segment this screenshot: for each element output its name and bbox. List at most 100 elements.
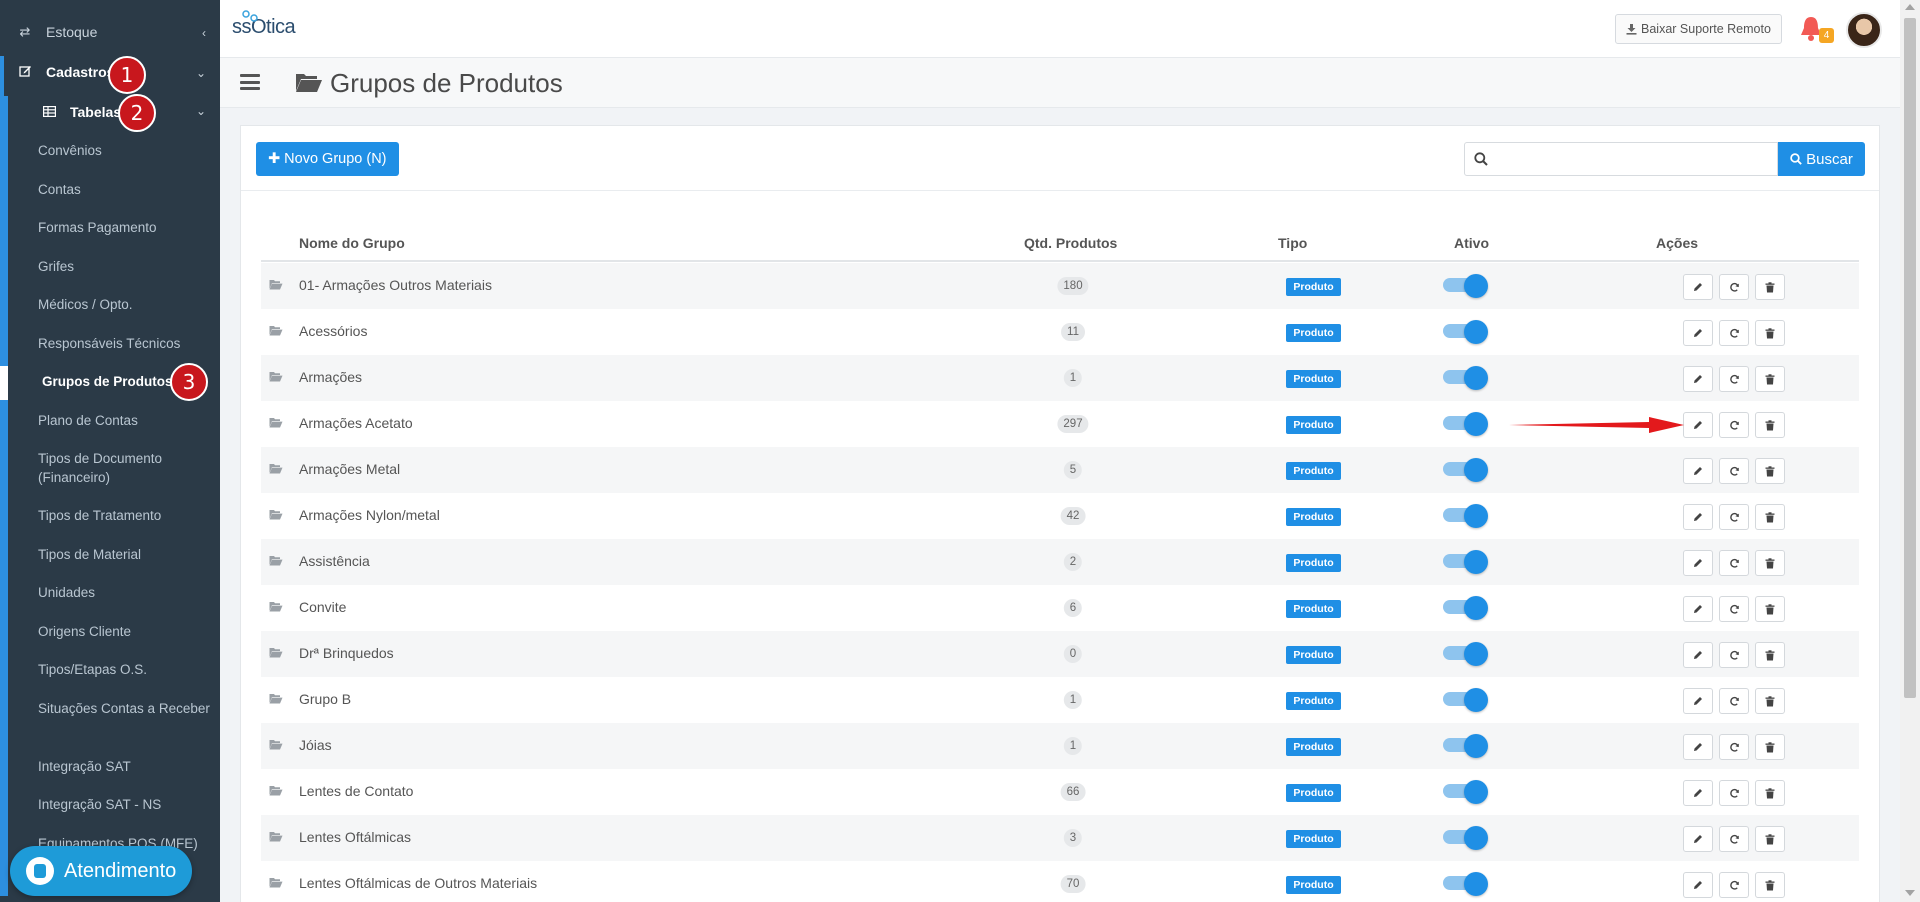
sidebar-item-tipos-de-documento[interactable]: Tipos de Documento (Financeiro) (38, 449, 213, 487)
edit-button[interactable] (1683, 504, 1713, 530)
scroll-down-arrow-icon[interactable] (1905, 890, 1915, 896)
delete-button[interactable] (1755, 366, 1785, 392)
logo[interactable]: ssOtica (232, 10, 296, 46)
sidebar-item-tipos-de-tratamento[interactable]: Tipos de Tratamento (38, 506, 213, 525)
edit-button[interactable] (1683, 780, 1713, 806)
delete-button[interactable] (1755, 734, 1785, 760)
delete-button[interactable] (1755, 320, 1785, 346)
refresh-button[interactable] (1719, 320, 1749, 346)
sidebar-item-unidades[interactable]: Unidades (38, 583, 213, 602)
group-name: Lentes de Contato (299, 783, 414, 799)
edit-button[interactable] (1683, 872, 1713, 898)
refresh-button[interactable] (1719, 412, 1749, 438)
novo-grupo-button[interactable]: ✚ Novo Grupo (N) (256, 142, 399, 176)
delete-button[interactable] (1755, 412, 1785, 438)
edit-button[interactable] (1683, 458, 1713, 484)
ativo-toggle[interactable] (1443, 320, 1489, 344)
sidebar-item-medicos[interactable]: Médicos / Opto. (38, 295, 213, 314)
edit-button[interactable] (1683, 274, 1713, 300)
refresh-icon (1729, 650, 1739, 660)
edit-button[interactable] (1683, 826, 1713, 852)
ativo-toggle[interactable] (1443, 412, 1489, 436)
ativo-toggle[interactable] (1443, 688, 1489, 712)
sidebar-item-convenios[interactable]: Convênios (38, 141, 213, 160)
chevron-down-icon[interactable]: ⌄ (196, 104, 206, 118)
delete-button[interactable] (1755, 596, 1785, 622)
search-input[interactable] (1465, 143, 1777, 175)
ativo-toggle[interactable] (1443, 504, 1489, 528)
sidebar-item-integracao-sat-ns[interactable]: Integração SAT - NS (38, 795, 213, 814)
delete-button[interactable] (1755, 642, 1785, 668)
scroll-up-arrow-icon[interactable] (1905, 4, 1915, 10)
edit-button[interactable] (1683, 642, 1713, 668)
menu-toggle-icon[interactable] (240, 74, 260, 90)
refresh-button[interactable] (1719, 504, 1749, 530)
edit-button[interactable] (1683, 550, 1713, 576)
edit-button[interactable] (1683, 734, 1713, 760)
sidebar-item-estoque[interactable]: ⇄ Estoque (16, 24, 206, 40)
ativo-toggle[interactable] (1443, 734, 1489, 758)
refresh-button[interactable] (1719, 642, 1749, 668)
sidebar-item-responsaveis-tecnicos[interactable]: Responsáveis Técnicos (38, 334, 213, 353)
ativo-toggle[interactable] (1443, 826, 1489, 850)
sidebar-item-grifes[interactable]: Grifes (38, 257, 213, 276)
refresh-button[interactable] (1719, 596, 1749, 622)
ativo-toggle[interactable] (1443, 596, 1489, 620)
refresh-button[interactable] (1719, 550, 1749, 576)
column-header-ativo[interactable]: Ativo (1454, 235, 1489, 251)
delete-button[interactable] (1755, 688, 1785, 714)
ativo-toggle[interactable] (1443, 872, 1489, 896)
atendimento-label: Atendimento (64, 859, 177, 882)
folder-icon (269, 464, 283, 474)
sidebar-item-integracao-sat[interactable]: Integração SAT (38, 757, 213, 776)
sidebar-item-situacoes-contas[interactable]: Situações Contas a Receber (38, 699, 213, 718)
delete-button[interactable] (1755, 274, 1785, 300)
sidebar-item-origens-cliente[interactable]: Origens Cliente (38, 622, 213, 641)
sidebar-item-tipos-de-material[interactable]: Tipos de Material (38, 545, 213, 564)
delete-button[interactable] (1755, 458, 1785, 484)
table-row: Assistência 2 Produto (261, 539, 1859, 585)
chevron-left-icon[interactable]: ‹ (202, 26, 206, 40)
edit-button[interactable] (1683, 320, 1713, 346)
trash-icon (1765, 741, 1775, 752)
ativo-toggle[interactable] (1443, 366, 1489, 390)
buscar-button[interactable]: Buscar (1778, 142, 1865, 176)
column-header-nome[interactable]: Nome do Grupo (299, 235, 405, 251)
atendimento-button[interactable]: Atendimento (10, 846, 192, 896)
ativo-toggle[interactable] (1443, 780, 1489, 804)
delete-button[interactable] (1755, 504, 1785, 530)
delete-button[interactable] (1755, 550, 1785, 576)
refresh-button[interactable] (1719, 688, 1749, 714)
refresh-button[interactable] (1719, 366, 1749, 392)
delete-button[interactable] (1755, 872, 1785, 898)
scrollbar-thumb[interactable] (1904, 18, 1916, 698)
edit-button[interactable] (1683, 688, 1713, 714)
ativo-toggle[interactable] (1443, 458, 1489, 482)
chevron-down-icon[interactable]: ⌄ (196, 66, 206, 80)
sidebar-item-formas-pagamento[interactable]: Formas Pagamento (38, 218, 213, 237)
refresh-button[interactable] (1719, 872, 1749, 898)
delete-button[interactable] (1755, 780, 1785, 806)
refresh-button[interactable] (1719, 458, 1749, 484)
refresh-button[interactable] (1719, 780, 1749, 806)
edit-button[interactable] (1683, 366, 1713, 392)
column-header-tipo[interactable]: Tipo (1278, 235, 1307, 251)
edit-button[interactable] (1683, 412, 1713, 438)
baixar-suporte-button[interactable]: Baixar Suporte Remoto (1615, 14, 1782, 44)
ativo-toggle[interactable] (1443, 550, 1489, 574)
sidebar-item-plano-de-contas[interactable]: Plano de Contas (38, 411, 213, 430)
ativo-toggle[interactable] (1443, 274, 1489, 298)
refresh-button[interactable] (1719, 826, 1749, 852)
page-header: Grupos de Produtos (220, 58, 1900, 108)
refresh-button[interactable] (1719, 274, 1749, 300)
sidebar-item-contas[interactable]: Contas (38, 180, 213, 199)
trash-icon (1765, 879, 1775, 890)
product-count-badge: 1 (1063, 737, 1083, 755)
ativo-toggle[interactable] (1443, 642, 1489, 666)
edit-button[interactable] (1683, 596, 1713, 622)
refresh-button[interactable] (1719, 734, 1749, 760)
column-header-qtd[interactable]: Qtd. Produtos (1024, 235, 1117, 251)
delete-button[interactable] (1755, 826, 1785, 852)
sidebar-item-tipos-etapas-os[interactable]: Tipos/Etapas O.S. (38, 660, 213, 679)
avatar[interactable] (1846, 12, 1882, 48)
